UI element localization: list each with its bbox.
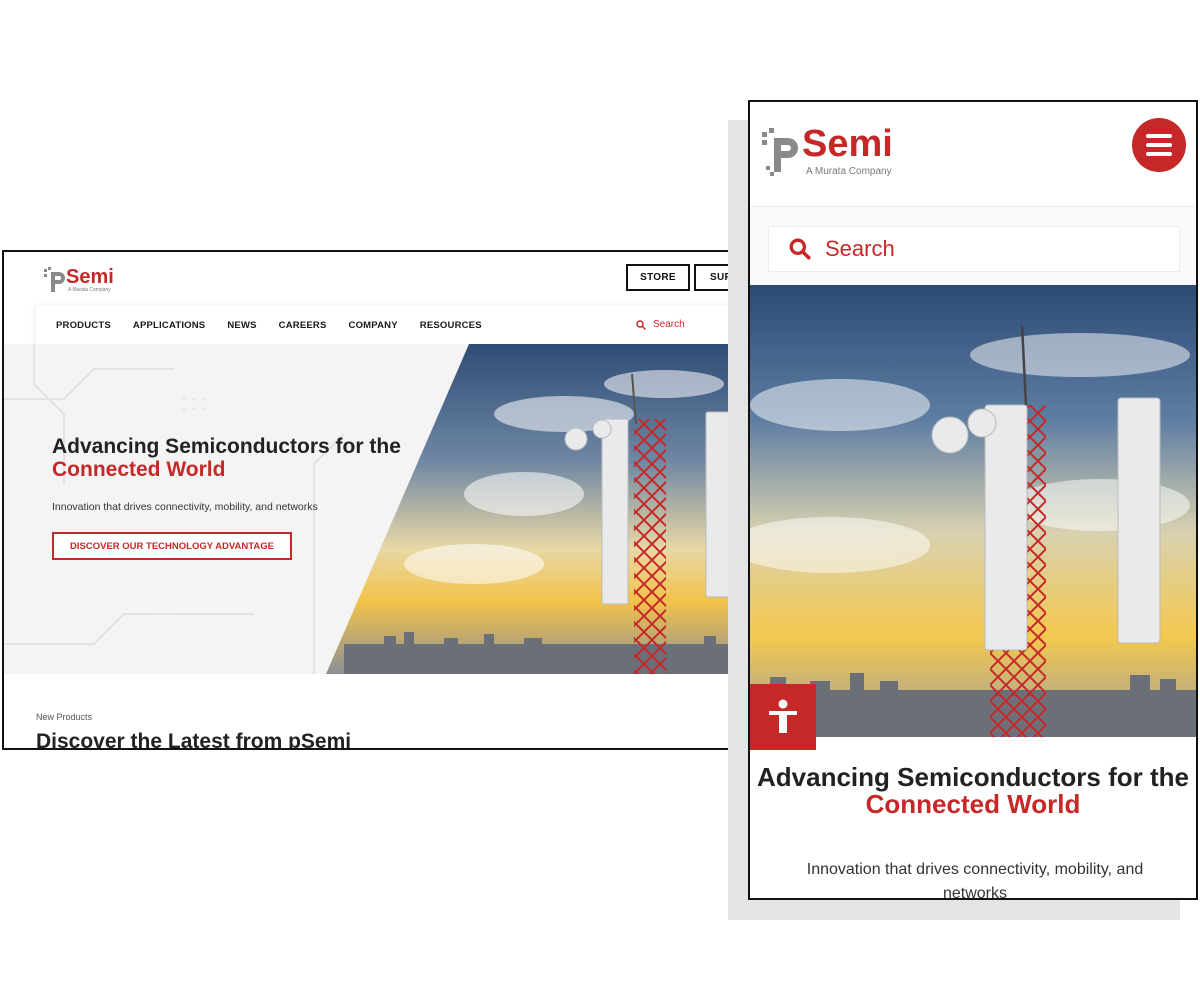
mobile-hero-subtitle: Innovation that drives connectivity, mob…: [806, 861, 1144, 900]
search-placeholder: Search: [825, 236, 895, 261]
mobile-hero-title: Advancing Semiconductors for the Connect…: [757, 762, 1189, 819]
main-nav: PRODUCTS APPLICATIONS NEWS CAREERS COMPA…: [36, 306, 752, 344]
hero-subtitle: Innovation that drives connectivity, mob…: [52, 501, 318, 513]
technology-advantage-button[interactable]: DISCOVER OUR TECHNOLOGY ADVANTAGE: [52, 532, 292, 560]
nav-applications[interactable]: APPLICATIONS: [133, 320, 205, 331]
svg-text:A Murata Company: A Murata Company: [806, 166, 892, 177]
cell-tower-image: [750, 285, 1196, 737]
hamburger-menu-icon[interactable]: [1132, 118, 1186, 172]
section-heading: Discover the Latest from pSemi: [36, 730, 352, 750]
nav-careers[interactable]: CAREERS: [279, 320, 327, 331]
nav-company[interactable]: COMPANY: [349, 320, 398, 331]
svg-text:Semi: Semi: [802, 123, 893, 165]
search-icon: [636, 319, 646, 330]
accessibility-icon[interactable]: [750, 684, 816, 750]
nav-products[interactable]: PRODUCTS: [56, 320, 111, 331]
hero-title-highlight: Connected World: [52, 458, 226, 481]
hero-section: Advancing Semiconductors for the Connect…: [4, 344, 752, 674]
mobile-screenshot: Semi A Murata Company Search Advancing S…: [748, 100, 1198, 900]
mobile-hero-title-highlight: Connected World: [865, 789, 1081, 819]
search-placeholder: Search: [653, 319, 685, 330]
svg-text:A Murata Company: A Murata Company: [68, 287, 111, 293]
desktop-screenshot: Semi A Murata Company STORE SUPPORT PROD…: [2, 250, 754, 750]
nav-news[interactable]: NEWS: [227, 320, 256, 331]
desktop-search[interactable]: Search: [636, 319, 685, 330]
psemi-logo[interactable]: Semi A Murata Company: [42, 262, 142, 296]
nav-resources[interactable]: RESOURCES: [420, 320, 482, 331]
hero-title: Advancing Semiconductors for the Connect…: [52, 435, 401, 481]
search-icon: [789, 238, 811, 260]
store-button[interactable]: STORE: [626, 264, 690, 291]
mobile-search-input[interactable]: Search: [768, 226, 1180, 272]
psemi-logo-mobile[interactable]: Semi A Murata Company: [760, 118, 920, 180]
section-eyebrow: New Products: [36, 712, 93, 722]
svg-text:Semi: Semi: [66, 266, 114, 288]
